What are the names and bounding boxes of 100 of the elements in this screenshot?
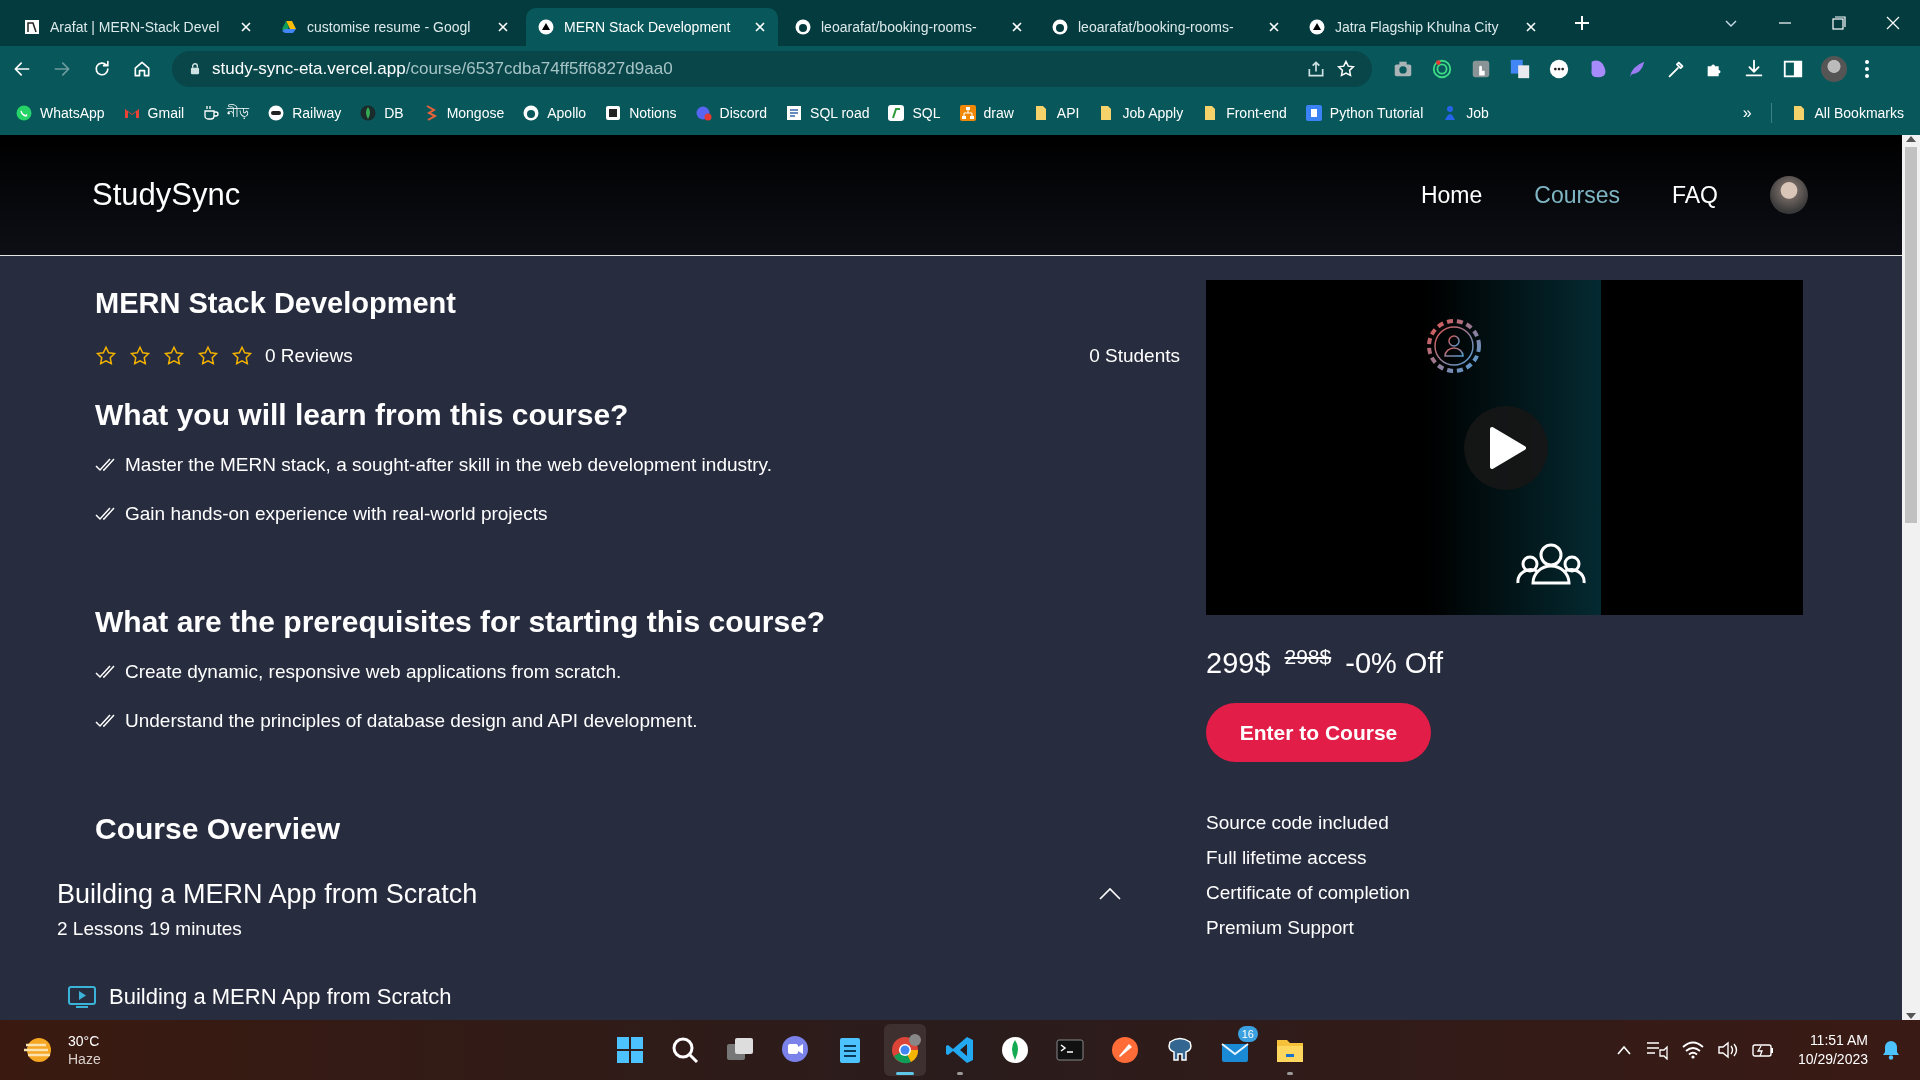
forward-icon[interactable] — [52, 59, 72, 79]
chevron-up-icon[interactable] — [1098, 887, 1122, 901]
browser-tab[interactable]: Arafat | MERN-Stack Devel — [12, 8, 264, 46]
bookmark[interactable]: Notions — [605, 105, 677, 121]
section-heading: Course Overview — [95, 811, 342, 847]
avatar[interactable] — [1770, 176, 1808, 214]
star-icon — [95, 345, 117, 367]
close-icon[interactable] — [754, 21, 766, 33]
list-item-text: Create dynamic, responsive web applications from scratch. — [125, 660, 622, 684]
leaf-icon — [999, 1034, 1031, 1066]
chat-icon — [16, 105, 32, 121]
browser-tab[interactable]: Jatra Flagship Khulna City — [1297, 8, 1549, 46]
speaker-icon[interactable] — [1717, 1041, 1738, 1059]
star-icon — [231, 345, 253, 367]
dots-circle-icon[interactable] — [1548, 58, 1570, 80]
close-icon[interactable] — [240, 21, 252, 33]
bookmark[interactable]: Python Tutorial — [1305, 105, 1424, 121]
cup-icon — [203, 105, 220, 121]
home-icon[interactable] — [132, 59, 152, 79]
taskbar-button[interactable] — [884, 1024, 926, 1076]
target-icon[interactable] — [1431, 58, 1453, 80]
document-icon — [1305, 105, 1322, 121]
bookmark-folder[interactable]: All Bookmarks — [1790, 105, 1904, 121]
translate-icon[interactable] — [1509, 58, 1531, 80]
bookmark[interactable]: Apollo — [523, 105, 587, 121]
notification-badge: 16 — [1237, 1026, 1258, 1042]
address-bar[interactable]: study-sync-eta.vercel.app/course/6537cdba74ff5ff6827d9aa0 — [172, 51, 1372, 87]
start-icon — [614, 1034, 646, 1066]
close-icon[interactable] — [497, 21, 509, 33]
clock-date[interactable]: 10/29/2023 — [1797, 1050, 1868, 1069]
list-item-text: Understand the principles of database design and API development. — [125, 709, 698, 733]
lock-icon — [188, 61, 202, 77]
bookmark[interactable]: Job — [1442, 105, 1489, 121]
module-title[interactable]: Building a MERN App from Scratch — [57, 877, 478, 911]
discount: -0% Off — [1345, 646, 1443, 681]
notebook-icon — [605, 105, 622, 121]
bookmark[interactable]: API — [1032, 105, 1080, 121]
module-meta: 2 Lessons 19 minutes — [57, 917, 243, 941]
code-editor-icon — [944, 1034, 976, 1066]
nav-link[interactable]: Courses — [1534, 181, 1620, 209]
overflow-chevron[interactable]: » — [1742, 104, 1752, 122]
rocket-icon — [1109, 1034, 1141, 1066]
new-tab-icon[interactable] — [1574, 15, 1590, 31]
bookmark[interactable]: নীড় — [203, 101, 250, 125]
hand-icon[interactable] — [1470, 58, 1492, 80]
reload-icon[interactable] — [92, 59, 112, 79]
diagram-icon — [959, 105, 976, 121]
star-icon[interactable] — [1336, 59, 1356, 79]
battery-icon[interactable] — [1751, 1042, 1774, 1058]
close-icon[interactable] — [1011, 21, 1023, 33]
list-item-text: Gain hands-on experience with real-world projects — [125, 502, 548, 526]
double-check-icon — [95, 507, 115, 521]
bookmark[interactable]: Job Apply — [1098, 105, 1184, 121]
browser-tab[interactable]: customise resume - Googl — [269, 8, 521, 46]
feature-text: Certificate of completion — [1206, 881, 1411, 905]
bell-icon[interactable] — [1882, 1040, 1900, 1060]
scrollbar-thumb[interactable] — [1905, 147, 1917, 523]
site-logo[interactable]: StudySync — [92, 177, 241, 213]
bookmark[interactable]: draw — [959, 105, 1014, 121]
triangle-logo-icon — [281, 19, 297, 35]
lesson-title[interactable]: Building a MERN App from Scratch — [109, 985, 452, 1009]
browser-tab[interactable]: MERN Stack Development — [526, 8, 778, 46]
double-check-icon — [95, 458, 115, 472]
star-icon — [129, 345, 151, 367]
bookmark[interactable]: Discord — [695, 105, 768, 121]
bookmark[interactable]: Mongose — [422, 105, 505, 121]
feature-text: Full lifetime access — [1206, 846, 1368, 870]
nav-link[interactable]: FAQ — [1672, 181, 1718, 209]
nav-link[interactable]: Home — [1420, 181, 1483, 209]
weather-condition: Haze — [68, 1050, 101, 1068]
browser-tab[interactable]: leoarafat/booking-rooms- — [783, 8, 1035, 46]
bookmark[interactable]: Front-end — [1202, 105, 1287, 121]
clock-time[interactable]: 11:51 AM — [1797, 1031, 1868, 1050]
bookmark[interactable]: Railway — [268, 105, 342, 121]
chevron-up-icon[interactable] — [1615, 1045, 1632, 1055]
bookmark[interactable]: Gmail — [123, 105, 185, 121]
side-panel-icon[interactable] — [1782, 58, 1804, 80]
bookmark[interactable]: WhatsApp — [16, 105, 105, 121]
bookmark[interactable]: SQL road — [786, 105, 870, 121]
course-title: MERN Stack Development — [95, 286, 457, 321]
tile-logo-icon — [24, 19, 40, 35]
enter-course-button[interactable]: Enter to Course — [1206, 703, 1431, 762]
url-text: study-sync-eta.vercel.app/course/6537cdba74ff5ff6827d9aa0 — [212, 59, 673, 79]
video-lesson-icon — [67, 985, 97, 1009]
close-icon[interactable] — [1268, 21, 1280, 33]
close-icon[interactable] — [1886, 16, 1900, 30]
leaf-icon — [360, 105, 377, 121]
browser-tab[interactable]: leoarafat/booking-rooms- — [1040, 8, 1292, 46]
back-icon[interactable] — [12, 59, 32, 79]
list-item-text: Master the MERN stack, a sought-after skill in the web development industry. — [125, 453, 772, 477]
restore-icon[interactable] — [1832, 16, 1846, 30]
close-icon[interactable] — [1525, 21, 1537, 33]
bookmark[interactable]: SQL — [888, 105, 941, 121]
feature-text: Source code included — [1206, 811, 1390, 835]
more-icon[interactable] — [1864, 59, 1870, 79]
wifi-icon[interactable] — [1681, 1041, 1704, 1059]
notes-icon[interactable] — [1645, 1040, 1668, 1060]
old-price: 298$ — [1284, 644, 1332, 670]
bookmark[interactable]: DB — [360, 105, 404, 121]
share-icon[interactable] — [1306, 59, 1326, 79]
